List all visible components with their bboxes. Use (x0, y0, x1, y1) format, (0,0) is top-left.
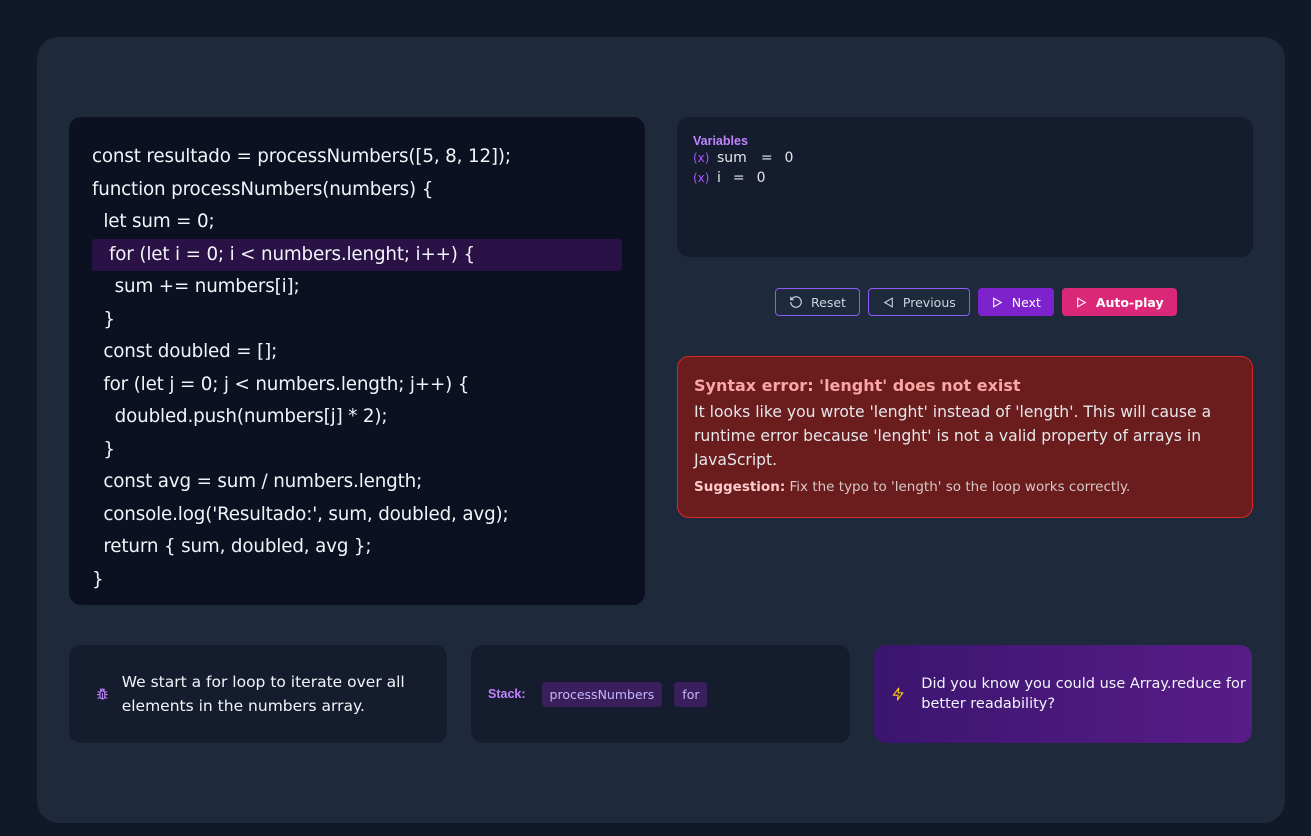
variable-value: 0 (784, 150, 794, 166)
variable-value: 0 (756, 170, 766, 186)
variable-name: i (717, 170, 721, 186)
code-editor: const resultado = processNumbers([5, 8, … (69, 117, 645, 605)
variable-equals: = (732, 170, 745, 186)
code-line: const resultado = processNumbers([5, 8, … (92, 146, 511, 167)
variables-title: Variables (693, 134, 748, 148)
variable-name: sum (717, 150, 747, 166)
play-icon (1077, 296, 1087, 308)
variable-icon: (x) (693, 171, 710, 185)
code-line: const avg = sum / numbers.length; (92, 471, 423, 492)
explanation-card: We start a for loop to iterate over all … (69, 645, 447, 743)
tip-card: Did you know you could use Array.reduce … (874, 645, 1252, 743)
variables-panel: Variables (x) sum = 0 (x) i = 0 (677, 117, 1253, 257)
lightning-icon (892, 687, 904, 701)
error-body: It looks like you wrote 'lenght' instead… (694, 403, 1212, 469)
play-icon (992, 296, 1003, 308)
stack-label: Stack: (488, 687, 526, 701)
rotate-ccw-icon (790, 296, 802, 308)
code-line: } (92, 568, 104, 590)
suggestion-text: Fix the typo to 'length' so the loop wor… (789, 479, 1131, 495)
triangle-left-icon (883, 296, 893, 308)
reset-button[interactable]: Reset (775, 288, 860, 316)
autoplay-label: Auto-play (1095, 294, 1164, 310)
explanation-text: We start a for loop to iterate over all … (121, 673, 405, 715)
variable-icon: (x) (693, 151, 710, 165)
code-line: console.log('Resultado:', sum, doubled, … (92, 503, 509, 525)
code-line: return { sum, doubled, avg }; (92, 536, 372, 557)
suggestion-label: Suggestion: (694, 479, 786, 495)
stack-frame[interactable]: for (674, 681, 708, 707)
call-stack-card: Stack: processNumbers for (471, 645, 850, 743)
next-button[interactable]: Next (977, 288, 1054, 316)
code-line: for (let j = 0; j < numbers.length; j++)… (92, 373, 470, 395)
next-label: Next (1011, 294, 1041, 310)
code-line: function processNumbers(numbers) { (92, 178, 434, 200)
code-line: const doubled = []; (92, 341, 278, 362)
bug-icon (96, 688, 108, 700)
code-line-active: for (let i = 0; i < numbers.lenght; i++)… (92, 238, 622, 271)
stack-frame[interactable]: processNumbers (541, 681, 663, 707)
error-panel: Syntax error: 'lenght' does not exist It… (677, 356, 1253, 518)
reset-label: Reset (811, 294, 846, 310)
variable-row: (x) i = 0 (693, 168, 1237, 188)
variable-equals: = (760, 150, 773, 166)
autoplay-button[interactable]: Auto-play (1061, 288, 1177, 316)
code-line: sum += numbers[i]; (92, 276, 300, 297)
error-suggestion: Suggestion: Fix the typo to 'length' so … (694, 479, 1236, 495)
code-line: doubled.push(numbers[j] * 2); (92, 406, 388, 427)
code-line: } (92, 438, 115, 460)
previous-label: Previous (902, 294, 956, 310)
playback-controls: Reset Previous Next Auto-play (775, 288, 1177, 316)
error-title: Syntax error: 'lenght' does not exist (694, 376, 1021, 395)
variable-row: (x) sum = 0 (693, 148, 1237, 168)
previous-button[interactable]: Previous (867, 288, 970, 316)
tip-text: Did you know you could use Array.reduce … (921, 676, 1246, 712)
code-line: } (92, 308, 115, 330)
code-line: let sum = 0; (92, 211, 215, 232)
